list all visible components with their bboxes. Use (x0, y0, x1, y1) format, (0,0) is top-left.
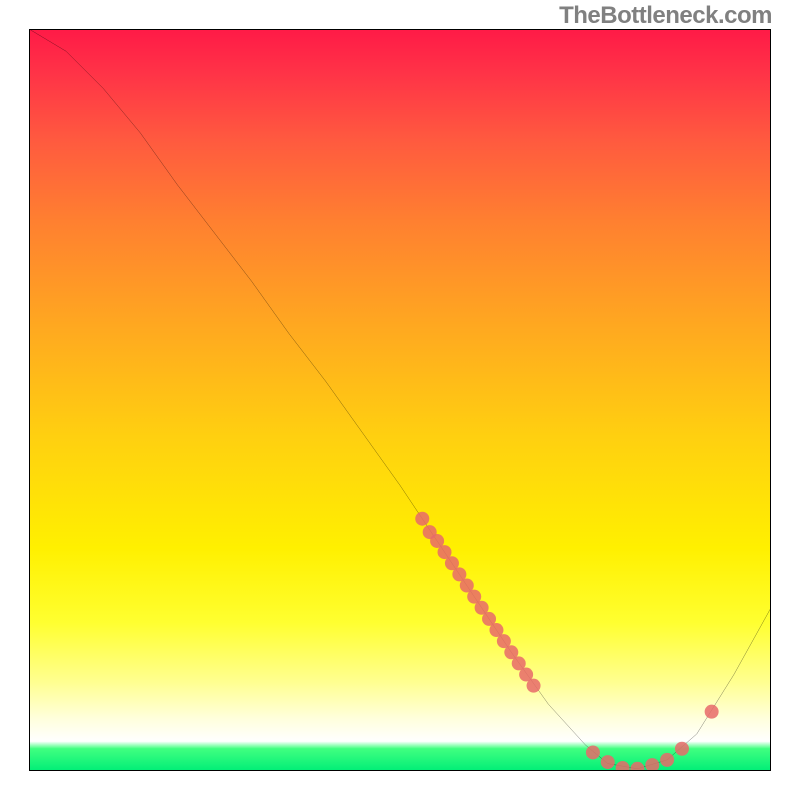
curve-group (29, 29, 771, 769)
scatter-point (601, 755, 615, 769)
scatter-point (675, 742, 689, 756)
scatter-point (630, 762, 644, 771)
scatter-point (415, 512, 429, 526)
scatter-point (705, 705, 719, 719)
scatter-point (527, 679, 541, 693)
scatter-point (645, 758, 659, 771)
scatter-point (616, 761, 630, 771)
bottleneck-curve (29, 29, 771, 769)
scatter-point (660, 753, 674, 767)
curve-svg-layer (29, 29, 771, 771)
scatter-point (586, 745, 600, 759)
attribution-text: TheBottleneck.com (559, 2, 772, 30)
scatter-points-group (415, 512, 718, 771)
